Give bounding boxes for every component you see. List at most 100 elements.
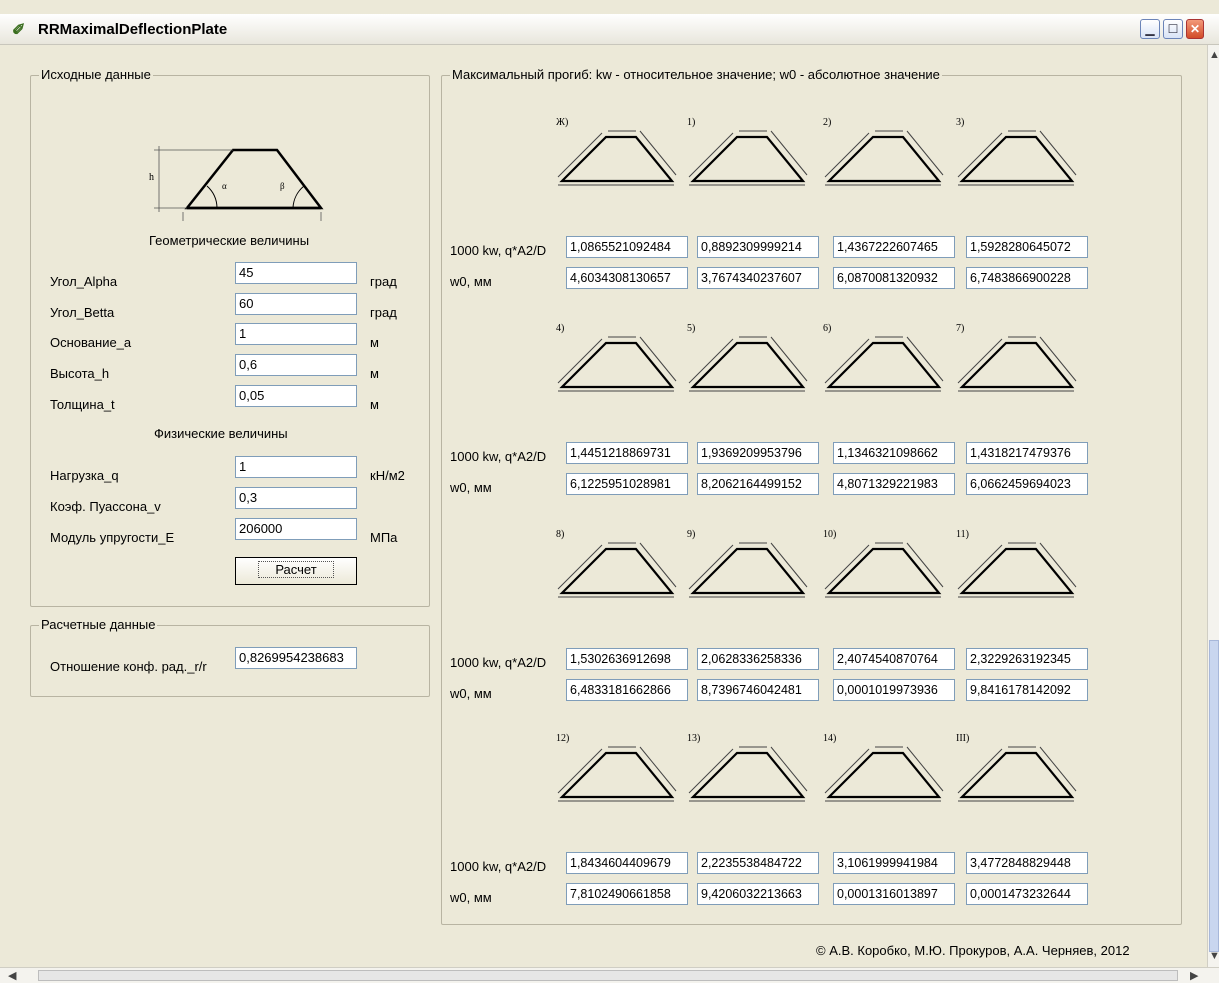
horizontal-scroll-thumb[interactable]: [38, 970, 1178, 981]
alpha-input[interactable]: 45: [235, 262, 357, 284]
support-diagram: 2): [821, 117, 945, 197]
horizontal-scrollbar[interactable]: ◀ ▶: [0, 967, 1219, 983]
kw-value-field[interactable]: 1,0865521092484: [566, 236, 688, 258]
client-area: Исходные данные h a α β Геометрические в…: [0, 45, 1207, 967]
thickness-t-unit: м: [370, 397, 379, 412]
w0-value-field[interactable]: 8,2062164499152: [697, 473, 819, 495]
kw-value-field[interactable]: 1,5302636912698: [566, 648, 688, 670]
base-a-unit: м: [370, 335, 379, 350]
w0-value-field[interactable]: 6,0662459694023: [966, 473, 1088, 495]
scroll-down-arrow-icon[interactable]: ▼: [1209, 950, 1219, 962]
w0-value-field[interactable]: 0,0001473232644: [966, 883, 1088, 905]
modulus-e-input[interactable]: 206000: [235, 518, 357, 540]
kw-value-field[interactable]: 2,0628336258336: [697, 648, 819, 670]
kw-value-field[interactable]: 2,4074540870764: [833, 648, 955, 670]
height-h-label: Высота_h: [50, 366, 110, 381]
w0-value-field[interactable]: 3,7674340237607: [697, 267, 819, 289]
case-label: 3): [956, 117, 965, 128]
betta-label: Угол_Betta: [50, 305, 115, 320]
calculated-legend: Расчетные данные: [39, 617, 158, 632]
kw-value-field[interactable]: 1,9369209953796: [697, 442, 819, 464]
load-q-unit: кН/м2: [370, 468, 405, 483]
w0-row-label: w0, мм: [450, 480, 492, 495]
kw-value-field[interactable]: 3,4772848829448: [966, 852, 1088, 874]
support-diagram: 4): [554, 323, 678, 403]
support-diagram: Ж): [554, 117, 678, 197]
support-diagram: 10): [821, 529, 945, 609]
support-diagram: 1): [685, 117, 809, 197]
support-diagram: 14): [821, 733, 945, 813]
betta-unit: град: [370, 305, 397, 320]
kw-value-field[interactable]: 1,1346321098662: [833, 442, 955, 464]
support-diagram: 9): [685, 529, 809, 609]
calculate-button[interactable]: Расчет: [235, 557, 357, 585]
w0-value-field[interactable]: 0,0001316013897: [833, 883, 955, 905]
title-bar[interactable]: ✐ RRMaximalDeflectionPlate ▁ ☐ ✕: [0, 14, 1219, 45]
case-label: 8): [556, 529, 565, 540]
results-legend: Максимальный прогиб: kw - относительное …: [450, 67, 942, 82]
kw-value-field[interactable]: 1,4318217479376: [966, 442, 1088, 464]
w0-value-field[interactable]: 6,0870081320932: [833, 267, 955, 289]
trapezoid-sketch: h a α β: [149, 146, 324, 221]
scroll-up-arrow-icon[interactable]: ▲: [1209, 49, 1219, 61]
support-diagram: 6): [821, 323, 945, 403]
w0-value-field[interactable]: 0,0001019973936: [833, 679, 955, 701]
case-label: 14): [823, 733, 837, 744]
input-legend: Исходные данные: [39, 67, 153, 82]
w0-value-field[interactable]: 4,6034308130657: [566, 267, 688, 289]
kw-row-label: 1000 kw, q*A2/D: [450, 449, 547, 464]
maximize-button[interactable]: ☐: [1163, 19, 1183, 39]
base-a-label: Основание_a: [50, 335, 132, 350]
kw-value-field[interactable]: 0,8892309999214: [697, 236, 819, 258]
support-diagram: 5): [685, 323, 809, 403]
w0-value-field[interactable]: 6,4833181662866: [566, 679, 688, 701]
case-label: 7): [956, 323, 965, 334]
case-label: 6): [823, 323, 832, 334]
minimize-button[interactable]: ▁: [1140, 19, 1160, 39]
kw-row-label: 1000 kw, q*A2/D: [450, 655, 547, 670]
case-label: 2): [823, 117, 832, 128]
thickness-t-input[interactable]: 0,05: [235, 385, 357, 407]
kw-value-field[interactable]: 1,8434604409679: [566, 852, 688, 874]
ratio-output[interactable]: 0,8269954238683: [235, 647, 357, 669]
base-a-input[interactable]: 1: [235, 323, 357, 345]
load-q-label: Нагрузка_q: [50, 468, 119, 483]
case-label: 12): [556, 733, 570, 744]
support-diagram: 7): [954, 323, 1078, 403]
w0-value-field[interactable]: 7,8102490661858: [566, 883, 688, 905]
ratio-label: Отношение конф. рад._r/r: [50, 659, 207, 674]
vertical-scrollbar[interactable]: ▲ ▼: [1207, 45, 1219, 967]
modulus-e-unit: МПа: [370, 530, 398, 545]
support-diagram: 8): [554, 529, 678, 609]
w0-value-field[interactable]: 4,8071329221983: [833, 473, 955, 495]
kw-value-field[interactable]: 2,3229263192345: [966, 648, 1088, 670]
w0-value-field[interactable]: 6,1225951028981: [566, 473, 688, 495]
case-label: 9): [687, 529, 696, 540]
height-h-input[interactable]: 0,6: [235, 354, 357, 376]
w0-value-field[interactable]: 9,8416178142092: [966, 679, 1088, 701]
alpha-unit: град: [370, 274, 397, 289]
vertical-scroll-thumb[interactable]: [1209, 640, 1219, 952]
case-label: 10): [823, 529, 837, 540]
scroll-left-arrow-icon[interactable]: ◀: [8, 969, 16, 982]
sketch-beta-label: β: [280, 181, 285, 191]
kw-value-field[interactable]: 1,4451218869731: [566, 442, 688, 464]
support-diagram: III): [954, 733, 1078, 813]
case-label: 13): [687, 733, 701, 744]
case-label: 5): [687, 323, 696, 334]
kw-value-field[interactable]: 2,2235538484722: [697, 852, 819, 874]
height-h-unit: м: [370, 366, 379, 381]
w0-value-field[interactable]: 9,4206032213663: [697, 883, 819, 905]
w0-row-label: w0, мм: [450, 274, 492, 289]
w0-value-field[interactable]: 6,7483866900228: [966, 267, 1088, 289]
w0-value-field[interactable]: 8,7396746042481: [697, 679, 819, 701]
betta-input[interactable]: 60: [235, 293, 357, 315]
poisson-label: Коэф. Пуассона_v: [50, 499, 161, 514]
scroll-right-arrow-icon[interactable]: ▶: [1190, 969, 1198, 982]
poisson-input[interactable]: 0,3: [235, 487, 357, 509]
kw-value-field[interactable]: 1,4367222607465: [833, 236, 955, 258]
close-button[interactable]: ✕: [1186, 19, 1204, 39]
kw-value-field[interactable]: 1,5928280645072: [966, 236, 1088, 258]
load-q-input[interactable]: 1: [235, 456, 357, 478]
kw-value-field[interactable]: 3,1061999941984: [833, 852, 955, 874]
